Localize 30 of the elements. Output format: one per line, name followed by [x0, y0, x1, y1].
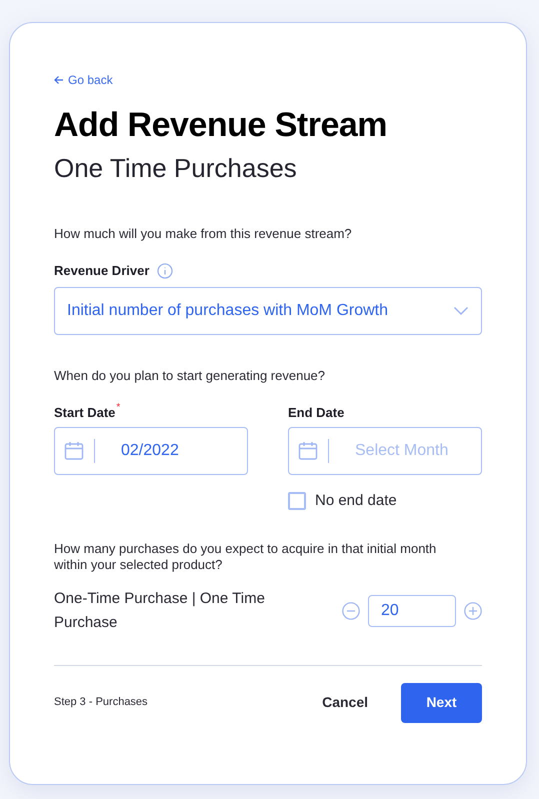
question-text: How many purchases do you expect to acquire in that initial month within your selected product? [54, 540, 438, 572]
arrow-left-icon [54, 75, 64, 85]
quantity-field[interactable]: 20 [368, 594, 456, 626]
step-indicator: Step 3 - Purchases [54, 695, 148, 710]
cancel-button[interactable]: Cancel [322, 692, 368, 713]
calendar-icon [298, 441, 318, 461]
info-icon [157, 263, 174, 279]
calendar-icon [64, 441, 84, 461]
plus-icon[interactable] [464, 602, 482, 620]
checkbox[interactable] [288, 492, 306, 510]
required-mark: * [116, 403, 120, 413]
field-label: Revenue Driver [54, 262, 150, 280]
chevron-down-icon [453, 306, 469, 316]
quantity-value: 20 [381, 600, 399, 620]
select-value: Initial number of purchases with MoM Growth [67, 301, 388, 321]
checkbox-label: No end date [315, 491, 397, 511]
question-text: When do you plan to start generating revenue? [54, 367, 326, 385]
field-label: End Date [288, 404, 344, 422]
minus-icon[interactable] [342, 602, 360, 620]
product-label: One-Time Purchase | One Time Purchase [54, 588, 266, 632]
date-value: 02/2022 [121, 441, 179, 461]
go-back-link[interactable]: Go back [54, 71, 482, 89]
next-button[interactable]: Next [401, 682, 482, 722]
start-date-field[interactable]: 02/2022 [54, 427, 248, 475]
revenue-driver-select[interactable]: Initial number of purchases with MoM Growth [54, 287, 482, 335]
dialog-subtitle: One Time Purchases [54, 152, 298, 185]
placeholder-text: Select Month [355, 441, 448, 461]
question-text: How much will you make from this revenue stream? [54, 225, 353, 243]
dialog-title: Add Revenue Stream [54, 105, 388, 146]
field-label: Start Date [54, 404, 116, 422]
